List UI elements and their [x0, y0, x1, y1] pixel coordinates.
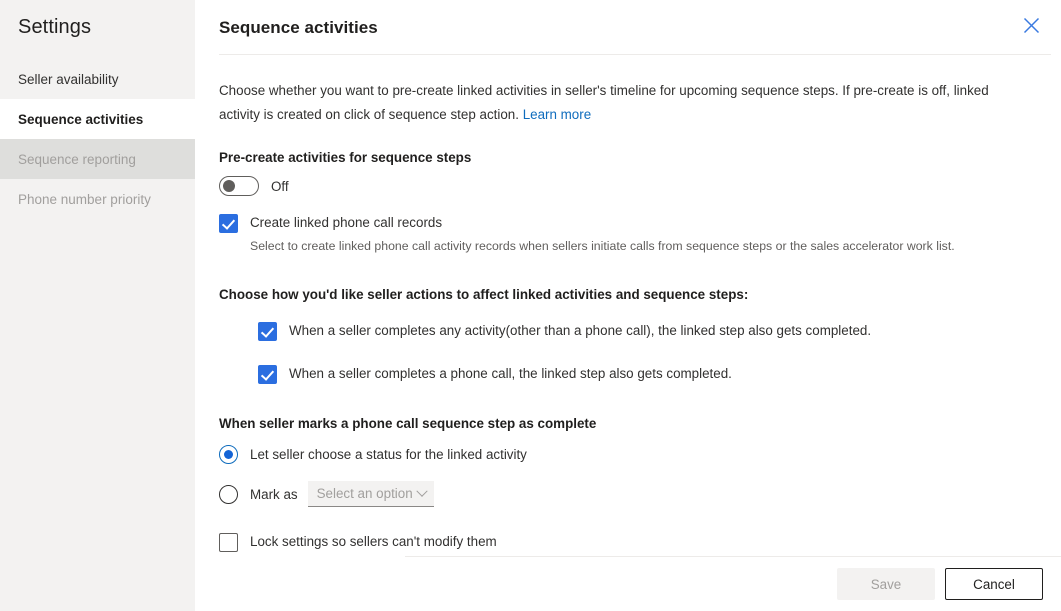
close-button[interactable] — [1011, 6, 1051, 44]
sidebar-item-seller-availability[interactable]: Seller availability — [0, 59, 195, 99]
mark-as-radio[interactable] — [219, 485, 238, 504]
create-phone-records-label: Create linked phone call records — [250, 213, 442, 233]
mark-as-status-dropdown[interactable]: Select an option — [308, 481, 434, 507]
sidebar-item-sequence-reporting[interactable]: Sequence reporting — [0, 139, 195, 179]
mark-as-label: Mark as — [250, 487, 298, 502]
chevron-down-icon — [416, 485, 427, 496]
seller-action-option-row: When a seller completes a phone call, th… — [258, 364, 1037, 384]
create-phone-records-description: Select to create linked phone call activ… — [250, 237, 1037, 255]
precreate-toggle-row: Off — [219, 176, 1037, 196]
settings-sidebar: Settings Seller availability Sequence ac… — [0, 0, 195, 611]
sidebar-item-phone-number-priority[interactable]: Phone number priority — [0, 179, 195, 219]
sidebar-item-label: Sequence activities — [18, 112, 143, 127]
panel-body: Choose whether you want to pre-create li… — [195, 79, 1061, 552]
lock-settings-row: Lock settings so sellers can't modify th… — [219, 532, 1037, 552]
lock-settings-checkbox[interactable] — [219, 533, 238, 552]
settings-main-panel: Sequence activities Choose whether you w… — [195, 0, 1061, 611]
complete-phone-call-checkbox[interactable] — [258, 365, 277, 384]
precreate-toggle[interactable] — [219, 176, 259, 196]
mark-as-row: Mark as Select an option — [219, 481, 1037, 507]
lock-settings-label: Lock settings so sellers can't modify th… — [250, 532, 497, 552]
mark-as-status-value: Select an option — [317, 486, 413, 501]
sidebar-item-label: Sequence reporting — [18, 152, 136, 167]
sidebar-title: Settings — [0, 0, 195, 39]
create-phone-records-row: Create linked phone call records — [219, 213, 1037, 233]
learn-more-link[interactable]: Learn more — [523, 107, 591, 122]
complete-phone-call-label: When a seller completes a phone call, th… — [289, 364, 732, 384]
precreate-label: Pre-create activities for sequence steps — [219, 150, 1037, 165]
seller-actions-options: When a seller completes any activity(oth… — [258, 321, 1037, 384]
panel-header: Sequence activities — [195, 0, 1061, 55]
footer-divider — [405, 556, 1061, 557]
let-seller-choose-row: Let seller choose a status for the linke… — [219, 445, 1037, 464]
seller-action-option-row: When a seller completes any activity(oth… — [258, 321, 1037, 341]
panel-description-text: Choose whether you want to pre-create li… — [219, 83, 989, 122]
sidebar-item-sequence-activities[interactable]: Sequence activities — [0, 99, 195, 139]
page-title: Sequence activities — [219, 18, 378, 38]
seller-actions-heading: Choose how you'd like seller actions to … — [219, 287, 1037, 302]
close-icon — [1023, 17, 1040, 34]
settings-dialog: Settings Seller availability Sequence ac… — [0, 0, 1061, 611]
header-divider — [219, 54, 1051, 55]
complete-any-activity-checkbox[interactable] — [258, 322, 277, 341]
mark-complete-heading: When seller marks a phone call sequence … — [219, 416, 1037, 431]
let-seller-choose-radio[interactable] — [219, 445, 238, 464]
dialog-footer: Save Cancel — [837, 568, 1043, 600]
toggle-knob — [223, 180, 235, 192]
let-seller-choose-label: Let seller choose a status for the linke… — [250, 447, 527, 462]
panel-description: Choose whether you want to pre-create li… — [219, 79, 1031, 127]
precreate-toggle-state: Off — [271, 179, 289, 194]
create-phone-records-checkbox[interactable] — [219, 214, 238, 233]
sidebar-nav-list: Seller availability Sequence activities … — [0, 59, 195, 219]
save-button[interactable]: Save — [837, 568, 935, 600]
cancel-button[interactable]: Cancel — [945, 568, 1043, 600]
sidebar-item-label: Seller availability — [18, 72, 119, 87]
complete-any-activity-label: When a seller completes any activity(oth… — [289, 321, 871, 341]
sidebar-item-label: Phone number priority — [18, 192, 151, 207]
